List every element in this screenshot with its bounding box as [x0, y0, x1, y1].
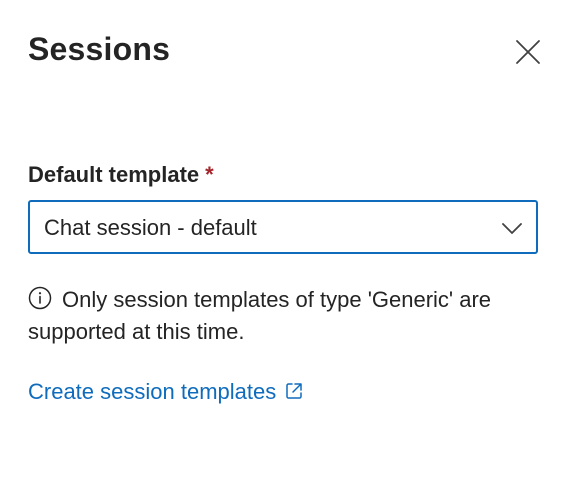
sessions-panel: Sessions Default template * Chat session …: [0, 0, 580, 482]
panel-title: Sessions: [28, 31, 171, 67]
close-button[interactable]: [512, 36, 544, 68]
required-marker: *: [205, 162, 214, 187]
info-message-text: Only session templates of type 'Generic'…: [28, 287, 492, 344]
create-session-templates-link[interactable]: Create session templates: [28, 376, 304, 408]
chevron-down-icon: [502, 223, 522, 234]
info-icon: [28, 286, 52, 310]
dropdown-selected-value: Chat session - default: [44, 215, 257, 240]
info-message: Only session templates of type 'Generic'…: [28, 284, 548, 348]
default-template-label-text: Default template: [28, 162, 200, 187]
default-template-label: Default template *: [28, 159, 214, 191]
external-link-icon: [286, 383, 302, 399]
close-icon: [516, 40, 540, 64]
default-template-dropdown[interactable]: Chat session - default: [28, 200, 538, 254]
create-session-templates-label: Create session templates: [28, 379, 277, 404]
